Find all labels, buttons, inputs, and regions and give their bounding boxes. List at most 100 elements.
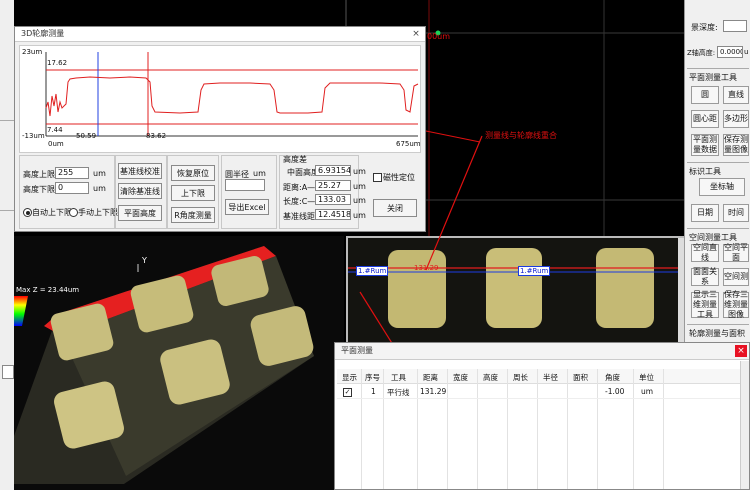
axis-y-label: Y	[142, 256, 147, 265]
col-header-show[interactable]: 显示	[342, 372, 357, 383]
z-height-label: Z轴高度:	[687, 49, 716, 57]
mid-height-unit: um	[353, 167, 366, 176]
col-header-radius[interactable]: 半径	[543, 372, 558, 383]
col-header-tool[interactable]: 工具	[391, 372, 406, 383]
base-dist-value[interactable]: 12.451821	[315, 209, 351, 220]
profile-curve	[45, 76, 419, 117]
row-index: 1	[371, 387, 376, 396]
auto-limit-radio[interactable]	[23, 208, 32, 217]
len-cd-unit: um	[353, 196, 366, 205]
view-3d[interactable]: Max Z = 23.44um Y	[14, 236, 344, 490]
date-button[interactable]: 日期	[691, 204, 719, 222]
color-scale	[14, 296, 28, 326]
restore-button[interactable]: 恢复原位	[171, 165, 215, 181]
col-header-area[interactable]: 面积	[573, 372, 588, 383]
polygon-button[interactable]: 多边形	[723, 110, 749, 128]
vertical-scrollbar[interactable]	[740, 361, 749, 489]
x-end-label: 675um	[396, 140, 421, 148]
profile-area-title: 轮廓测量与面积	[689, 329, 745, 338]
plane-tools-title: 平面测量工具	[689, 73, 737, 82]
space-tools-title: 空间测量工具	[689, 233, 737, 242]
divider	[687, 324, 749, 325]
depth-input[interactable]	[723, 20, 747, 32]
ref-bottom-value: 7.44	[47, 126, 63, 134]
lower-unit: um	[93, 184, 106, 193]
up-down-limit-button[interactable]: 上下限	[171, 185, 215, 201]
col-header-width[interactable]: 宽度	[453, 372, 468, 383]
plane-data-button[interactable]: 平面测量数据	[691, 134, 719, 156]
surface-3d-render	[14, 246, 314, 484]
space-measure-button[interactable]: 空间测	[723, 268, 749, 286]
measure-label-right: 1.#Rum	[518, 266, 551, 276]
magnetic-checkbox[interactable]	[373, 173, 382, 182]
row-tool: 平行线	[387, 388, 410, 397]
upper-limit-label: 高度上限	[23, 170, 55, 179]
upper-limit-input[interactable]: 255	[55, 167, 89, 179]
radius-unit: um	[253, 169, 266, 178]
col-header-angle[interactable]: 角度	[605, 372, 620, 383]
show-checkbox[interactable]: ✓	[343, 388, 352, 397]
radius-input[interactable]	[225, 179, 265, 191]
radius-group	[221, 155, 277, 229]
left-panel-strip	[0, 0, 14, 490]
lower-limit-input[interactable]: 0	[55, 182, 89, 194]
show-3d-tools-button[interactable]: 显示三维测量工具	[691, 290, 719, 319]
time-button[interactable]: 时间	[723, 204, 749, 222]
r-angle-button[interactable]: R角度测量	[171, 207, 215, 223]
plane-height-button[interactable]: 平面高度	[118, 205, 162, 221]
ref-top-value: 17.62	[47, 59, 68, 67]
max-z-label: Max Z = 23.44um	[16, 286, 80, 294]
magnetic-label: 磁性定位	[383, 173, 415, 182]
x-marker2-label: 83.62	[146, 132, 167, 140]
export-excel-button[interactable]: 导出Excel	[225, 199, 269, 215]
z-height-input[interactable]: 0.0000	[717, 46, 743, 58]
divider	[687, 68, 749, 69]
x-marker1-label: 50.59	[76, 132, 97, 140]
row-distance: 131.29	[420, 387, 447, 396]
col-header-unit[interactable]: 单位	[639, 372, 654, 383]
clear-baseline-button[interactable]: 清除基准线	[118, 183, 162, 199]
col-header-height[interactable]: 高度	[483, 372, 498, 383]
mid-height-value[interactable]: 6.931549	[315, 165, 351, 176]
base-dist-unit: um	[353, 211, 366, 220]
dist-ab-value[interactable]: 25.27	[315, 180, 351, 191]
center-distance-button[interactable]: 圆心距	[691, 110, 719, 128]
close-icon[interactable]: ×	[735, 345, 747, 357]
close-button[interactable]: 关闭	[373, 199, 417, 217]
lower-limit-label: 高度下限	[23, 185, 55, 194]
dist-ab-unit: um	[353, 182, 366, 191]
left-dropdown[interactable]	[2, 365, 14, 379]
divider	[0, 210, 14, 211]
circle-button[interactable]: 圆	[691, 86, 719, 104]
plane-relation-button[interactable]: 面面关系	[691, 267, 719, 286]
divider	[0, 120, 14, 121]
line-button[interactable]: 直线	[723, 86, 749, 104]
row-angle: -1.00	[605, 387, 625, 396]
col-header-distance[interactable]: 距离	[423, 372, 438, 383]
axis-button[interactable]: 坐标轴	[699, 178, 745, 196]
row-unit: um	[641, 387, 654, 396]
manual-limit-label: 手动上下限	[78, 208, 118, 217]
top-marker-label: 00um	[427, 32, 451, 41]
y-top-label: 23um	[22, 48, 43, 56]
space-line-button[interactable]: 空间直线	[691, 243, 719, 262]
col-header-index[interactable]: 序号	[365, 372, 380, 383]
calibrate-baseline-button[interactable]: 基准线校准	[118, 163, 162, 179]
auto-limit-label: 自动上下限	[32, 208, 72, 217]
depth-label: 景深度:	[691, 23, 718, 32]
x-start-label: 0um	[48, 140, 64, 148]
space-plane-button[interactable]: 空间平面	[723, 243, 749, 262]
plane-measure-dialog: 平面测量 × 显示 序号 工具 距离 宽度 高度 周长 半径 面积 角度 单位 …	[334, 342, 750, 490]
pad-2d	[596, 248, 654, 328]
col-header-perimeter[interactable]: 周长	[513, 372, 528, 383]
close-icon[interactable]: ×	[411, 29, 421, 39]
len-cd-value[interactable]: 133.03	[315, 194, 351, 205]
dialog-title: 3D轮廓测量	[15, 27, 425, 42]
y-bottom-label: -13um	[22, 132, 45, 140]
save-3d-image-button[interactable]: 保存三维测量图像	[723, 290, 749, 319]
manual-limit-radio[interactable]	[69, 208, 78, 217]
divider	[687, 162, 749, 163]
divider	[687, 228, 749, 229]
mark-tools-title: 标识工具	[689, 167, 721, 176]
save-image-button[interactable]: 保存测量图像	[723, 134, 749, 156]
